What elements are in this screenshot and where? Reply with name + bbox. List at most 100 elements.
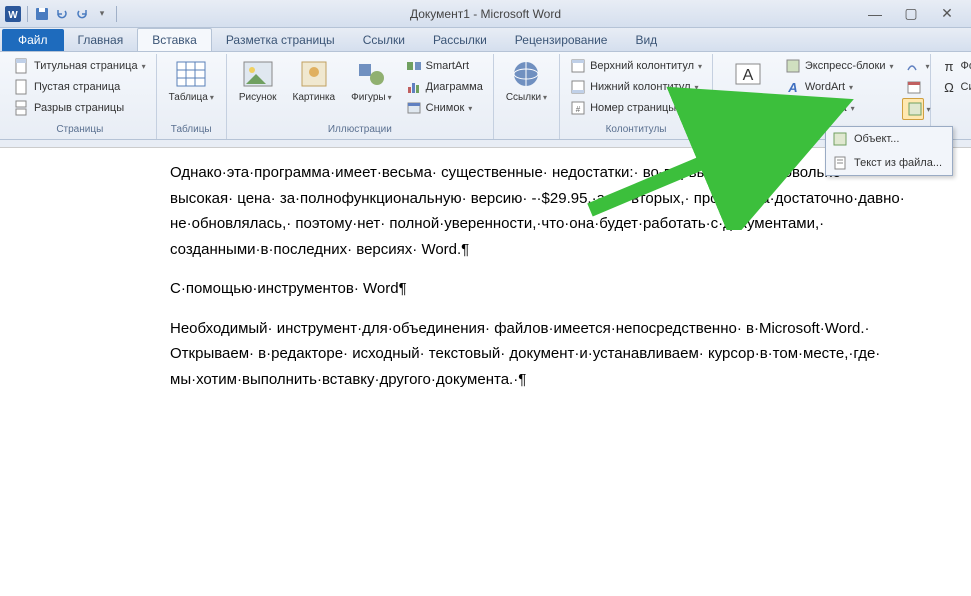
svg-text:A: A [787,80,797,95]
cover-page-button[interactable]: Титульная страница [10,56,150,76]
tab-mailings[interactable]: Рассылки [419,29,501,51]
label: Рисунок [239,92,277,103]
tab-page-layout[interactable]: Разметка страницы [212,29,349,51]
dropcap-button[interactable]: A Буквица [781,98,898,118]
close-button[interactable]: ✕ [935,5,959,23]
label: Экспресс-блоки [805,60,886,72]
footer-icon [570,79,586,95]
paragraph: Необходимый· инструмент·для·объединения·… [170,316,911,393]
table-icon [175,58,207,90]
label: Картинка [293,92,336,103]
label: Разрыв страницы [34,102,124,114]
group-label: Колонтитулы [566,122,706,137]
shapes-button[interactable]: Фигуры [345,56,398,105]
quickparts-icon [785,58,801,74]
label: Снимок [426,102,465,114]
maximize-button[interactable]: ▢ [899,5,923,23]
clipart-button[interactable]: Картинка [287,56,342,105]
undo-icon[interactable] [53,5,71,23]
group-label [500,122,553,137]
clipart-icon [298,58,330,90]
group-label: Таблицы [163,122,220,137]
shapes-icon [355,58,387,90]
label: Номер страницы [590,102,676,114]
page-break-icon [14,100,30,116]
tab-insert[interactable]: Вставка [137,28,212,51]
titlebar: W ▾ Документ1 - Microsoft Word — ▢ ✕ [0,0,971,28]
signature-icon [906,58,922,74]
tab-view[interactable]: Вид [621,29,671,51]
quick-access-toolbar: W ▾ [4,5,120,23]
tab-references[interactable]: Ссылки [349,29,419,51]
blank-page-button[interactable]: Пустая страница [10,77,150,97]
label: Титульная страница [34,60,138,72]
document-area: Однако·эта·программа·имеет·весьма· сущес… [0,140,971,596]
links-button[interactable]: Ссылки [500,56,553,105]
label: Текст из файла... [854,157,942,169]
label: Формула [961,60,971,72]
screenshot-icon [406,100,422,116]
picture-icon [242,58,274,90]
label: SmartArt [426,60,469,72]
textbox-icon: A [732,58,764,90]
object-button[interactable]: ▾ [902,98,924,120]
header-button[interactable]: Верхний колонтитул [566,56,706,76]
tab-review[interactable]: Рецензирование [501,29,622,51]
save-icon[interactable] [33,5,51,23]
wordart-icon: A [785,79,801,95]
word-icon[interactable]: W [4,5,22,23]
quickparts-button[interactable]: Экспресс-блоки [781,56,898,76]
dropcap-icon: A [785,100,801,116]
hyperlink-icon [510,58,542,90]
wordart-button[interactable]: A WordArt [781,77,898,97]
minimize-button[interactable]: — [863,5,887,23]
page-number-button[interactable]: # Номер страницы [566,98,706,118]
datetime-button[interactable] [902,77,924,97]
label: Таблица [169,92,214,103]
group-illustrations: Рисунок Картинка Фигуры SmartArt Диаграм… [227,54,494,139]
footer-button[interactable]: Нижний колонтитул [566,77,706,97]
label: Буквица [805,102,847,114]
screenshot-button[interactable]: Снимок [402,98,487,118]
page-break-button[interactable]: Разрыв страницы [10,98,150,118]
page-content[interactable]: Однако·эта·программа·имеет·весьма· сущес… [0,148,971,426]
header-icon [570,58,586,74]
equation-button[interactable]: π Формула [937,56,971,76]
signature-button[interactable]: ▾ [902,56,924,76]
object-icon [907,101,923,117]
page-number-icon: # [570,100,586,116]
label: Надпись [725,92,771,103]
svg-text:#: # [576,105,581,114]
object-menu-item[interactable]: Объект... [826,127,952,151]
label: Ссылки [506,92,547,103]
separator [27,6,28,22]
redo-icon[interactable] [73,5,91,23]
label: Объект... [854,133,899,145]
label: WordArt [805,81,845,93]
label: Символ [961,81,971,93]
table-button[interactable]: Таблица [163,56,220,105]
label: Пустая страница [34,81,120,93]
label: Диаграмма [426,81,483,93]
smartart-button[interactable]: SmartArt [402,56,487,76]
text-file-icon [832,155,848,171]
svg-text:A: A [743,67,754,84]
chart-button[interactable]: Диаграмма [402,77,487,97]
tab-home[interactable]: Главная [64,29,138,51]
group-headers: Верхний колонтитул Нижний колонтитул # Но… [560,54,713,139]
chart-icon [406,79,422,95]
paragraph: Однако·эта·программа·имеет·весьма· сущес… [170,160,911,262]
picture-button[interactable]: Рисунок [233,56,283,105]
object-dropdown-menu: Объект... Текст из файла... [825,126,953,176]
customize-qat-icon[interactable]: ▾ [93,5,111,23]
ribbon-tabs: Файл Главная Вставка Разметка страницы С… [0,28,971,52]
label: Фигуры [351,92,392,103]
paragraph: С·помощью·инструментов· Word¶ [170,276,911,302]
textbox-button[interactable]: A Надпись [719,56,777,105]
text-from-file-menu-item[interactable]: Текст из файла... [826,151,952,175]
file-tab[interactable]: Файл [2,29,64,51]
equation-icon: π [941,58,957,74]
smartart-icon [406,58,422,74]
symbol-button[interactable]: ΩСимвол [937,77,971,97]
group-tables: Таблица Таблицы [157,54,227,139]
